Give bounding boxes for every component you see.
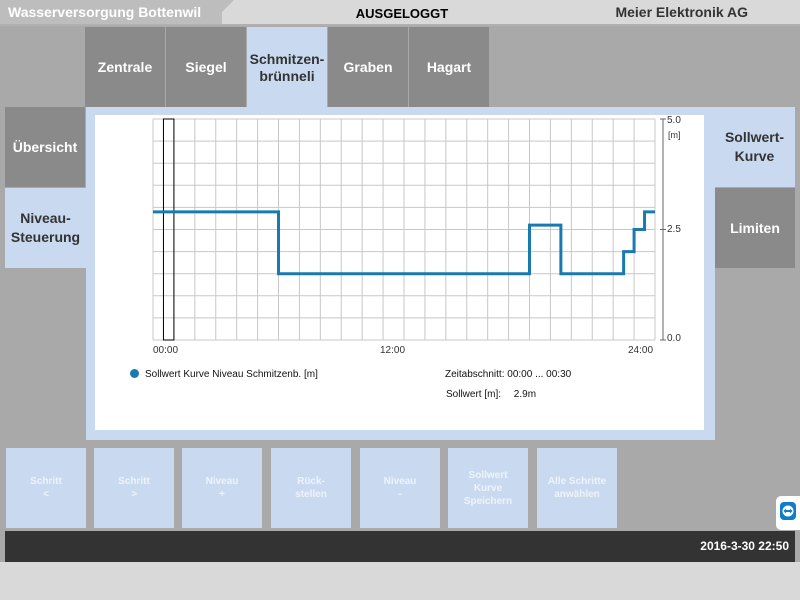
teamviewer-icon[interactable] [776,496,800,530]
save-curve-button[interactable]: Sollwert Kurve Speichern [448,448,528,528]
header-left-title: Wasserversorgung Bottenwil [0,0,222,24]
step-forward-label-1: Schritt [118,476,150,487]
level-up-label-1: Niveau [205,476,239,487]
sollwert-info: Sollwert [m]: 2.9m [446,389,536,400]
reset-label-1: Rück- [297,476,325,487]
level-up-button[interactable]: Niveau + [182,448,262,528]
y-tick-label-mid: 2.5 [667,224,681,235]
x-tick-label-2: 24:00 [628,345,654,356]
setpoint-chart[interactable] [95,115,704,430]
nav-sollwert-kurve[interactable]: Sollwert- Kurve [714,107,795,187]
bottom-strip [0,562,800,600]
select-all-steps-button[interactable]: Alle Schritte anwählen [537,448,617,528]
save-curve-label-1: Sollwert Kurve [468,469,508,494]
step-forward-label-2: > [131,489,137,500]
zeitabschnitt-info: Zeitabschnitt: 00:00 ... 00:30 [445,369,571,380]
legend-series-label: Sollwert Kurve Niveau Schmitzenb. [m] [145,369,318,380]
tab-graben[interactable]: Graben [328,27,408,107]
tab-zentrale[interactable]: Zentrale [85,27,165,107]
y-unit-label: [m] [668,130,681,140]
teamviewer-arrow-icon [782,505,794,517]
level-down-label-1: Niveau [383,476,417,487]
legend-series-marker [130,369,139,378]
nav-niveau-steuerung[interactable]: Niveau- Steuerung [5,188,86,268]
login-status[interactable]: AUSGELOGGT [232,0,572,25]
select-all-label-2: anwählen [554,489,600,500]
zeitabschnitt-value: 00:00 ... 00:30 [507,369,572,380]
header-left-angle [210,0,234,24]
y-tick-label-max: 5.0 [667,115,681,126]
step-back-button[interactable]: Schritt < [6,448,86,528]
chart-container: 00:00 12:00 24:00 5.0 [m] 2.5 0.0 Sollwe… [95,115,704,430]
step-back-label-2: < [43,489,49,500]
x-tick-label-0: 00:00 [153,345,179,356]
chart-legend: Sollwert Kurve Niveau Schmitzenb. [m] [130,369,318,380]
teamviewer-icon-badge [780,502,796,520]
x-tick-label-1: 12:00 [380,345,406,356]
sollwert-value: 2.9m [513,389,537,400]
reset-label-2: stellen [295,489,327,500]
tab-schmitzenbruenneli[interactable]: Schmitzen- brünneli [247,27,327,108]
level-down-button[interactable]: Niveau - [360,448,440,528]
status-datetime: 2016-3-30 22:50 [700,539,789,553]
sollwert-label: Sollwert [m]: [446,389,502,400]
step-forward-button[interactable]: Schritt > [94,448,174,528]
header-divider [0,24,800,26]
level-up-label-2: + [219,489,225,500]
save-curve-label-2: Speichern [463,495,513,507]
header-right-angle [562,0,588,24]
level-down-label-2: - [398,489,402,500]
header-right-title: Meier Elektronik AG [568,0,800,24]
status-bar: 2016-3-30 22:50 [5,531,795,562]
tab-siegel[interactable]: Siegel [166,27,246,107]
nav-limiten[interactable]: Limiten [715,188,795,268]
select-all-label-1: Alle Schritte [547,476,607,487]
reset-button[interactable]: Rück-stellen [271,448,351,528]
nav-uebersicht[interactable]: Übersicht [5,107,85,187]
y-tick-label-min: 0.0 [667,333,681,344]
zeitabschnitt-label: Zeitabschnitt: [445,369,505,380]
tab-hagart[interactable]: Hagart [409,27,489,107]
step-back-label-1: Schritt [30,476,62,487]
